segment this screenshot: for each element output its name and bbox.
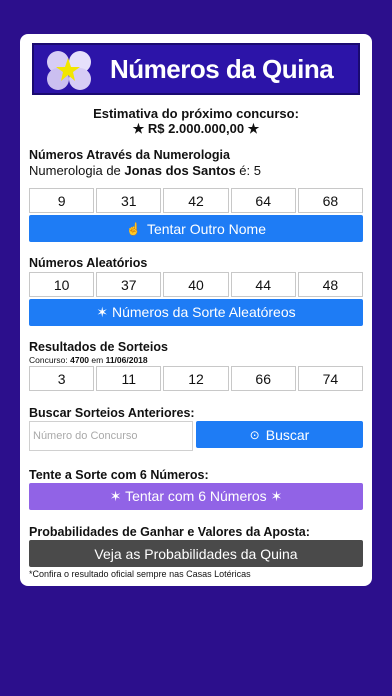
try-six-numbers-button[interactable]: ✶ Tentar com 6 Números ✶	[29, 483, 363, 510]
number-cell: 11	[96, 366, 162, 391]
number-cell: 12	[163, 366, 229, 391]
number-cell: 64	[230, 188, 296, 213]
number-cell: 37	[96, 272, 162, 297]
number-cell: 10	[29, 272, 95, 297]
search-icon: ⊙	[249, 427, 260, 442]
number-cell: 44	[230, 272, 296, 297]
numerology-line: Numerologia de Jonas dos Santos é: 5	[29, 163, 261, 178]
number-cell: 48	[297, 272, 364, 297]
search-heading: Buscar Sorteios Anteriores:	[29, 406, 195, 420]
numerology-name: Jonas dos Santos	[124, 163, 236, 178]
numerology-numbers: 9 31 42 64 68	[29, 188, 364, 213]
numerology-suffix: é: 5	[235, 163, 261, 178]
number-cell: 40	[163, 272, 229, 297]
number-cell: 68	[297, 188, 364, 213]
numerology-prefix: Numerologia de	[29, 163, 125, 178]
six-numbers-heading: Tente a Sorte com 6 Números:	[29, 468, 209, 482]
contest-prefix: Concurso:	[29, 355, 71, 365]
contest-date: 11/06/2018	[105, 355, 148, 365]
number-cell: 66	[230, 366, 296, 391]
estimate-value: ★ R$ 2.000.000,00 ★	[132, 121, 260, 136]
number-cell: 31	[96, 188, 162, 213]
number-cell: 74	[297, 366, 364, 391]
contest-number-input[interactable]: Número do Concurso	[29, 421, 193, 451]
try-other-name-button[interactable]: ☝ Tentar Outro Nome	[29, 215, 363, 242]
number-cell: 3	[29, 366, 95, 391]
app-title: Números da Quina	[110, 54, 334, 84]
app-banner: Números da Quina	[32, 43, 360, 95]
results-heading: Resultados de Sorteios	[29, 340, 168, 354]
contest-number: 4700	[70, 355, 90, 365]
probabilities-button[interactable]: Veja as Probabilidades da Quina	[29, 540, 363, 567]
number-cell: 42	[163, 188, 229, 213]
search-button-label: Buscar	[265, 426, 310, 443]
estimate-block: Estimativa do próximo concurso: ★ R$ 2.0…	[20, 106, 372, 136]
main-card: Números da Quina Estimativa do próximo c…	[20, 34, 372, 586]
probabilities-heading: Probabilidades de Ganhar e Valores da Ap…	[29, 525, 310, 539]
random-numbers: 10 37 40 44 48	[29, 272, 364, 297]
random-numbers-button[interactable]: ✶ Números da Sorte Aleatóreos	[29, 299, 363, 326]
contest-info: Concurso: 4700 em 11/06/2018	[29, 355, 148, 365]
clover-logo-icon	[47, 51, 91, 90]
results-numbers: 3 11 12 66 74	[29, 366, 364, 391]
search-button[interactable]: ⊙ Buscar	[196, 421, 363, 448]
random-heading: Números Aleatórios	[29, 256, 148, 270]
footnote: *Confira o resultado oficial sempre nas …	[29, 569, 251, 579]
contest-mid: em	[89, 355, 106, 365]
hand-pointer-icon: ☝	[125, 221, 141, 236]
estimate-label: Estimativa do próximo concurso:	[93, 106, 299, 121]
numerology-heading: Números Através da Numerologia	[29, 148, 230, 162]
try-other-name-label: Tentar Outro Nome	[146, 220, 266, 237]
number-cell: 9	[29, 188, 95, 213]
